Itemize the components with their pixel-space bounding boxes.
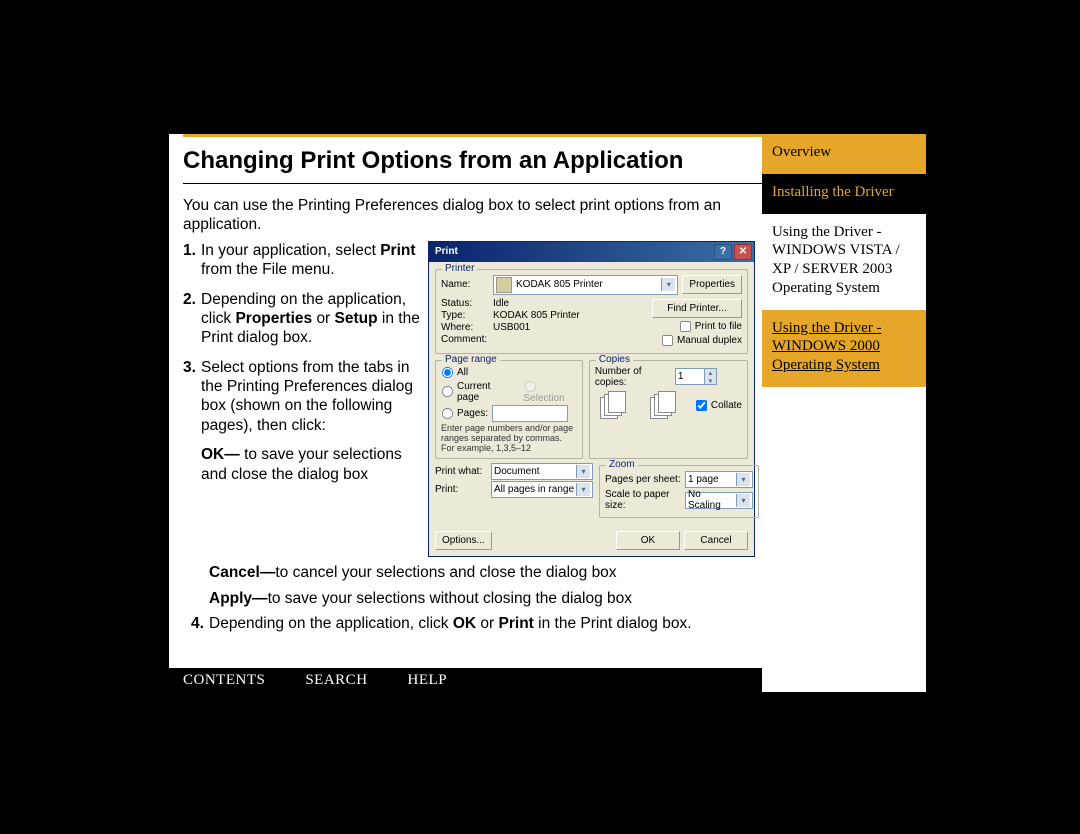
status-label: Status: [441, 298, 493, 309]
intro: You can use the Printing Preferences dia… [169, 184, 777, 235]
printer-name-combo[interactable]: KODAK 805 Printer ▾ [493, 275, 678, 295]
chevron-down-icon: ▾ [736, 473, 750, 486]
sidebar-item-vista[interactable]: Using the Driver - WINDOWS VISTA / XP / … [762, 214, 926, 310]
collate-icon [650, 391, 690, 421]
group-legend: Page range [442, 354, 500, 365]
printer-group: Printer Name: KODAK 805 Printer ▾ Proper… [435, 269, 748, 354]
step-number: 1. [183, 241, 201, 280]
printer-icon [496, 277, 512, 293]
help-icon[interactable]: ? [714, 244, 732, 260]
selection-radio [524, 381, 535, 392]
print-what-label: Print what: [435, 466, 491, 477]
scale-label: Scale to paper size: [605, 489, 685, 511]
bottom-nav: CONTENTS SEARCH HELP [169, 668, 762, 692]
step-number: 2. [183, 290, 201, 348]
step-body: In your application, select Print from t… [201, 241, 428, 280]
name-label: Name: [441, 279, 493, 290]
apply-text: Apply—to save your selections without cl… [209, 589, 763, 608]
range-hint: Enter page numbers and/or page ranges se… [441, 424, 577, 454]
status-value: Idle [493, 298, 509, 309]
cancel-text: Cancel—to cancel your selections and clo… [209, 563, 763, 582]
print-to-file-checkbox[interactable] [680, 321, 691, 332]
find-printer-button[interactable]: Find Printer... [652, 299, 742, 318]
chevron-down-icon[interactable]: ▾ [661, 278, 675, 291]
type-label: Type: [441, 310, 493, 321]
after-list: Cancel—to cancel your selections and clo… [169, 563, 777, 633]
titlebar[interactable]: Print ? ✕ [429, 242, 754, 262]
ok-button[interactable]: OK [616, 531, 680, 550]
where-value: USB001 [493, 322, 530, 333]
screenshot-column: Print ? ✕ Printer Name: KODAK 805 Printe… [428, 241, 755, 558]
group-legend: Copies [596, 354, 633, 365]
sidebar-item-installing[interactable]: Installing the Driver [762, 174, 926, 214]
nav-contents[interactable]: CONTENTS [183, 672, 265, 689]
pages-per-sheet-label: Pages per sheet: [605, 474, 685, 485]
manual-duplex-checkbox[interactable] [662, 335, 673, 346]
where-label: Where: [441, 322, 493, 333]
sidebar: Overview Installing the Driver Using the… [762, 134, 926, 387]
options-button[interactable]: Options... [435, 531, 492, 550]
step-body: Depending on the application, click OK o… [209, 614, 763, 633]
zoom-group: Zoom Pages per sheet: 1 page▾ Scale to p… [599, 465, 759, 518]
copies-label: Number of copies: [595, 366, 675, 388]
ok-text: OK— to save your selections and close th… [201, 445, 428, 484]
copies-spinner[interactable]: ▴▾ [675, 368, 717, 385]
sidebar-item-w2000[interactable]: Using the Driver - WINDOWS 2000 Operatin… [762, 310, 926, 387]
cancel-button[interactable]: Cancel [684, 531, 748, 550]
step-number: 4. [191, 614, 209, 633]
type-value: KODAK 805 Printer [493, 310, 580, 321]
print-dialog: Print ? ✕ Printer Name: KODAK 805 Printe… [428, 241, 755, 558]
pages-per-sheet-combo[interactable]: 1 page▾ [685, 471, 753, 488]
dialog-footer: Options... OK Cancel [429, 527, 754, 556]
print-what-combo[interactable]: Document▾ [491, 463, 593, 480]
step-body: Select options from the tabs in the Prin… [201, 358, 428, 436]
dialog-title: Print [435, 246, 458, 257]
all-radio[interactable] [442, 367, 453, 378]
nav-help[interactable]: HELP [408, 672, 448, 689]
steps-column: 1. In your application, select Print fro… [183, 241, 428, 558]
sidebar-item-overview[interactable]: Overview [762, 134, 926, 174]
chevron-down-icon: ▾ [736, 494, 750, 507]
current-page-radio[interactable] [442, 386, 453, 397]
pages-radio[interactable] [442, 408, 453, 419]
scale-combo[interactable]: No Scaling▾ [685, 492, 753, 509]
comment-label: Comment: [441, 334, 493, 345]
group-legend: Zoom [606, 459, 638, 470]
print-label: Print: [435, 484, 491, 495]
properties-button[interactable]: Properties [682, 275, 742, 294]
group-legend: Printer [442, 263, 477, 274]
chevron-down-icon: ▾ [576, 465, 590, 478]
print-range-combo[interactable]: All pages in range▾ [491, 481, 593, 498]
step-number: 3. [183, 358, 201, 436]
collate-checkbox[interactable] [696, 400, 707, 411]
close-icon[interactable]: ✕ [734, 244, 752, 260]
nav-search[interactable]: SEARCH [305, 672, 367, 689]
page-range-group: Page range All Current page Selection Pa… [435, 360, 583, 460]
step-body: Depending on the application, click Prop… [201, 290, 428, 348]
copies-group: Copies Number of copies: ▴▾ [589, 360, 748, 460]
pages-input[interactable] [492, 405, 568, 422]
chevron-down-icon: ▾ [705, 377, 716, 385]
collate-icon [600, 391, 640, 421]
chevron-down-icon: ▾ [576, 483, 590, 496]
